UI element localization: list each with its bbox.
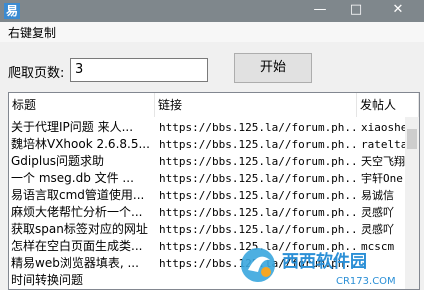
cell-poster: 灵感吖 (361, 223, 394, 236)
cell-title: 麻烦大佬帮忙分析一个... (11, 205, 143, 219)
pages-label: 爬取页数: (8, 66, 65, 81)
cell-poster: 易诚信 (361, 189, 394, 202)
cell-link: https://bbs.125.la//forum.ph... (159, 223, 357, 236)
cell-title: 关于代理IP问题 来人... (11, 120, 134, 134)
table-row[interactable]: 魏培林VXhook 2.6.8.5... https://bbs.125.la/… (9, 136, 407, 153)
watermark-logo-icon (241, 248, 275, 282)
cell-title: 怎样在空白页面生成类... (11, 239, 143, 253)
table-row[interactable]: 麻烦大佬帮忙分析一个... https://bbs.125.la//forum.… (9, 204, 405, 221)
minimize-button[interactable]: — (306, 0, 334, 22)
watermark-logo: 西西软件园 CR173.COM (241, 248, 396, 287)
cell-poster: ratelta (361, 138, 407, 151)
column-header-poster[interactable]: 发帖人 (357, 93, 419, 117)
cell-poster: 宇轩One (361, 172, 403, 185)
cell-poster: 天空飞翔 (361, 155, 405, 168)
cell-link: https://bbs.125.la//forum.ph... (159, 206, 357, 219)
maximize-button[interactable]: □ (342, 0, 370, 22)
table-row[interactable]: 易语言取cmd管道使用... https://bbs.125.la//forum… (9, 187, 405, 204)
cell-link: https://bbs.125.la//forum.ph... (159, 121, 357, 134)
cell-title: 一个 mseg.db 文件 ... (11, 171, 134, 185)
app-icon: 易 (4, 3, 20, 19)
pages-input[interactable]: 3 (70, 58, 208, 82)
menu-right-click-copy[interactable]: 右键复制 (8, 24, 56, 41)
cell-link: https://bbs.125.la//forum.ph... (159, 155, 357, 168)
cell-link: https://bbs.125.la//forum.ph... (159, 189, 357, 202)
cell-title: 魏培林VXhook 2.6.8.5... (11, 137, 150, 151)
cell-title: 易语言取cmd管道使用... (11, 188, 145, 202)
watermark-url: CR173.COM (336, 276, 396, 287)
close-button[interactable]: ✕ (384, 0, 412, 22)
cell-title: 时间转换问题 (11, 273, 84, 287)
column-header-title[interactable]: 标题 (9, 93, 155, 117)
cell-link: https://bbs.125.la//forum.ph... (159, 172, 357, 185)
table-row[interactable]: Gdiplus问题求助 https://bbs.125.la//forum.ph… (9, 153, 405, 170)
cell-title: 获取span标签对应的网址 (11, 222, 148, 236)
title-bar: 易 — □ ✕ (0, 0, 424, 22)
table-row[interactable]: 一个 mseg.db 文件 ... https://bbs.125.la//fo… (9, 170, 405, 187)
cell-title: 精易web浏览器填表, ... (11, 256, 139, 270)
table-row[interactable]: 获取span标签对应的网址 https://bbs.125.la//forum.… (9, 221, 405, 238)
column-header-link[interactable]: 链接 (155, 93, 357, 117)
cell-poster: xiaoshe (361, 121, 407, 134)
cell-link: https://bbs.125.la//forum.ph... (159, 138, 357, 151)
start-button[interactable]: 开始 (234, 53, 312, 83)
menu-bar: 右键复制 (0, 22, 424, 42)
table-row[interactable]: 关于代理IP问题 来人... https://bbs.125.la//forum… (9, 119, 407, 136)
watermark-text: 西西软件园 (282, 251, 367, 272)
cell-poster: 灵感吖 (361, 206, 394, 219)
cell-title: Gdiplus问题求助 (11, 154, 105, 168)
scrollbar-thumb[interactable] (407, 129, 417, 149)
